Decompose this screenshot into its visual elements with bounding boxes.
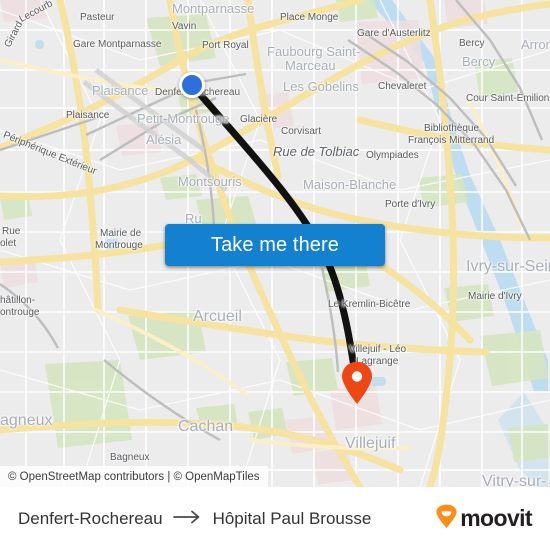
arrow-right-icon [172,509,203,529]
destination-marker[interactable] [340,361,374,405]
moovit-logo[interactable]: moovit [435,504,533,534]
attribution-text: © OpenStreetMap contributors | © OpenMap… [8,470,260,483]
map-canvas[interactable]: Lecourb Pasteur Montparnasse Place Monge Gar… [0,0,550,487]
footer-bar: Denfert-Rochereau Hôpital Paul Brousse m… [0,487,550,550]
moovit-wordmark: moovit [460,505,532,531]
destination-station-label: Hôpital Paul Brousse [212,508,372,528]
app-root: Lecourb Pasteur Montparnasse Place Monge Gar… [0,0,550,550]
take-me-there-button[interactable]: Take me there [165,224,385,266]
moovit-pin-icon [435,504,458,534]
origin-marker[interactable] [179,72,205,98]
origin-station-label: Denfert-Rochereau [18,508,163,528]
map-attribution[interactable]: © OpenStreetMap contributors | © OpenMap… [0,466,268,487]
route-summary: Denfert-Rochereau Hôpital Paul Brousse [18,509,371,529]
